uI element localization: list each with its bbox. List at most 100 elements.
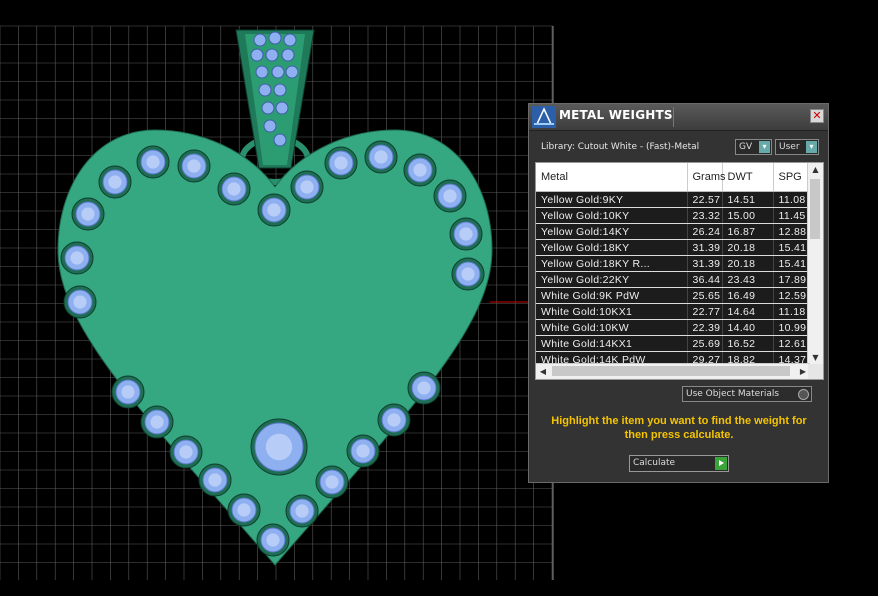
bail-gem (261, 101, 275, 115)
use-object-materials-toggle[interactable]: Use Object Materials (682, 386, 812, 402)
dropdown-arrow-icon: ▾ (806, 141, 817, 153)
cell-metal: Yellow Gold:14KY (536, 223, 688, 240)
table-row[interactable]: Yellow Gold:9KY 22.57 14.51 11.08 (536, 191, 809, 208)
gem-stone (198, 463, 232, 497)
bail-gem (273, 133, 287, 147)
dropdown-arrow-icon: ▾ (759, 141, 770, 153)
table-row[interactable]: White Gold:10KX1 22.77 14.64 11.18 (536, 303, 809, 320)
column-header-dwt[interactable]: DWT (722, 163, 774, 192)
table-row[interactable]: White Gold:14KX1 25.69 16.52 12.61 (536, 335, 809, 352)
table-row[interactable]: Yellow Gold:18KY R... 31.39 20.18 15.41 (536, 255, 809, 272)
gem-stone (140, 405, 174, 439)
metal-weights-panel: METAL WEIGHTS ✕ Library: Cutout White - … (528, 103, 829, 483)
horizontal-scrollbar[interactable]: ◀ ▶ (536, 363, 810, 379)
cell-dwt: 16.87 (722, 223, 774, 240)
gem-stone (364, 140, 398, 174)
close-button[interactable]: ✕ (810, 109, 824, 123)
vertical-scrollbar[interactable]: ▲ ▼ (807, 163, 823, 365)
cell-dwt: 20.18 (722, 255, 774, 272)
title-divider (673, 107, 674, 127)
cell-metal: White Gold:10KW (536, 319, 688, 336)
bail-gem (265, 48, 279, 62)
gem-stone (451, 257, 485, 291)
bail-gem (268, 31, 282, 45)
source-dropdown[interactable]: User ▾ (775, 139, 819, 155)
gem-stone (290, 170, 324, 204)
cell-metal: Yellow Gold:10KY (536, 207, 688, 224)
library-label: Library: Cutout White - (Fast)-Metal (541, 142, 700, 152)
column-header-metal[interactable]: Metal (536, 163, 688, 192)
table-row[interactable]: Yellow Gold:14KY 26.24 16.87 12.88 (536, 223, 809, 240)
bail-gem (273, 83, 287, 97)
cell-dwt: 16.52 (722, 335, 774, 352)
gem-stone (60, 241, 94, 275)
cell-spg: 11.18 (773, 303, 809, 320)
cell-grams: 31.39 (687, 239, 723, 256)
cell-grams: 22.77 (687, 303, 723, 320)
calculate-button[interactable]: Calculate (629, 455, 729, 472)
column-header-spg[interactable]: SPG (773, 163, 809, 192)
cell-grams: 25.69 (687, 335, 723, 352)
gem-stone (324, 146, 358, 180)
table-row[interactable]: White Gold:9K PdW 25.65 16.49 12.59 (536, 287, 809, 304)
play-icon (715, 457, 727, 470)
scroll-left-icon[interactable]: ◀ (536, 364, 550, 379)
gem-stone (136, 145, 170, 179)
metal-table[interactable]: Metal Grams DWT SPG Yellow Gold:9KY 22.57… (535, 162, 824, 380)
gem-stone (217, 172, 251, 206)
bail-gem (263, 119, 277, 133)
table-row[interactable]: Yellow Gold:18KY 31.39 20.18 15.41 (536, 239, 809, 256)
bail-gem (271, 65, 285, 79)
bail-gem (255, 65, 269, 79)
gem-stone (285, 494, 319, 528)
scroll-down-icon[interactable]: ▼ (808, 351, 823, 365)
gem-stone (377, 403, 411, 437)
cell-metal: White Gold:9K PdW (536, 287, 688, 304)
center-gem-stone (250, 418, 308, 476)
cell-dwt: 23.43 (722, 271, 774, 288)
table-header-row: Metal Grams DWT SPG (536, 163, 809, 192)
scroll-corner (808, 364, 823, 379)
instruction-text: Highlight the item you want to find the … (551, 415, 807, 441)
bail-gem (258, 83, 272, 97)
bail-gem (283, 33, 297, 47)
cell-metal: White Gold:10KX1 (536, 303, 688, 320)
gem-stone (227, 493, 261, 527)
gem-stone (256, 523, 290, 557)
table-row[interactable]: Yellow Gold:22KY 36.44 23.43 17.89 (536, 271, 809, 288)
unit-dropdown[interactable]: GV ▾ (735, 139, 772, 155)
gem-stone (111, 375, 145, 409)
scroll-thumb[interactable] (810, 179, 820, 239)
radio-icon[interactable] (798, 389, 809, 400)
gem-stone (169, 435, 203, 469)
table-row[interactable]: White Gold:10KW 22.39 14.40 10.99 (536, 319, 809, 336)
cell-dwt: 16.49 (722, 287, 774, 304)
gem-stone (71, 197, 105, 231)
column-header-grams[interactable]: Grams (687, 163, 726, 192)
bail-gem (250, 48, 264, 62)
cell-grams: 36.44 (687, 271, 723, 288)
cell-spg: 15.41 (773, 239, 809, 256)
cell-spg: 12.61 (773, 335, 809, 352)
cell-spg: 11.45 (773, 207, 809, 224)
gem-stone (315, 465, 349, 499)
panel-titlebar[interactable]: METAL WEIGHTS ✕ (529, 104, 828, 131)
gem-stone (433, 179, 467, 213)
gem-stone (449, 217, 483, 251)
source-dropdown-value: User (779, 142, 800, 152)
gem-stone (63, 285, 97, 319)
cell-spg: 15.41 (773, 255, 809, 272)
cell-spg: 10.99 (773, 319, 809, 336)
bail-gem (281, 48, 295, 62)
cell-spg: 11.08 (773, 191, 809, 208)
cell-dwt: 14.64 (722, 303, 774, 320)
table-row[interactable]: Yellow Gold:10KY 23.32 15.00 11.45 (536, 207, 809, 224)
scroll-up-icon[interactable]: ▲ (808, 163, 823, 177)
hscroll-thumb[interactable] (552, 366, 790, 376)
cell-dwt: 15.00 (722, 207, 774, 224)
cell-metal: Yellow Gold:9KY (536, 191, 688, 208)
bail-gem (275, 101, 289, 115)
gem-stone (257, 193, 291, 227)
scale-icon (532, 106, 556, 128)
gem-stone (98, 165, 132, 199)
